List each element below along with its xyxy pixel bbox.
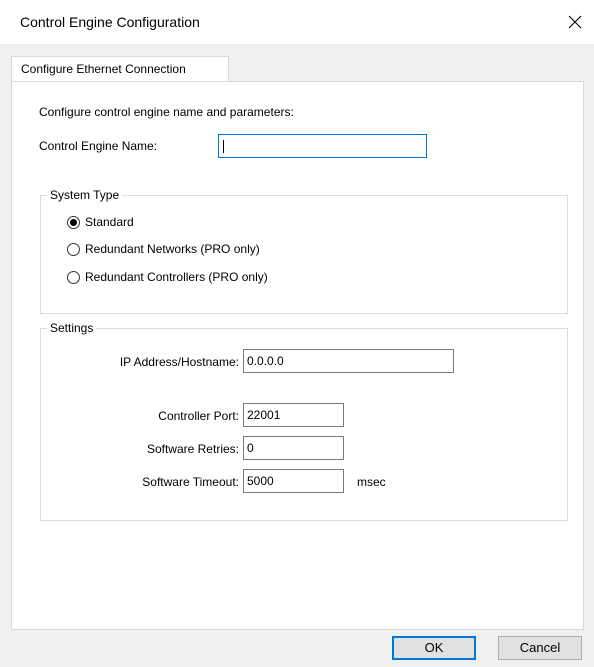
system-type-legend: System Type: [47, 188, 123, 202]
engine-name-label: Control Engine Name:: [39, 139, 158, 153]
radio-redundant-controllers[interactable]: Redundant Controllers (PRO only): [67, 270, 317, 288]
software-timeout-label: Software Timeout:: [142, 475, 239, 489]
radio-redundant-networks-label: Redundant Networks (PRO only): [85, 242, 260, 256]
ip-address-field[interactable]: [243, 349, 454, 373]
radio-redundant-networks[interactable]: Redundant Networks (PRO only): [67, 242, 307, 260]
settings-legend: Settings: [47, 321, 97, 335]
software-timeout-field[interactable]: [243, 469, 344, 493]
tab-label: Configure Ethernet Connection: [21, 62, 186, 76]
close-button[interactable]: [562, 9, 588, 35]
engine-name-field[interactable]: [218, 134, 427, 158]
radio-circle: [67, 271, 80, 284]
ok-button[interactable]: OK: [392, 636, 476, 660]
software-retries-label: Software Retries:: [146, 442, 239, 456]
tab-configure-ethernet-connection[interactable]: Configure Ethernet Connection: [11, 56, 229, 82]
radio-redundant-controllers-label: Redundant Controllers (PRO only): [85, 270, 268, 284]
software-timeout-input[interactable]: [244, 470, 343, 492]
radio-circle: [67, 216, 80, 229]
radio-standard[interactable]: Standard: [67, 215, 167, 233]
radio-circle: [67, 243, 80, 256]
intro-text: Configure control engine name and parame…: [39, 105, 294, 119]
radio-dot: [70, 219, 77, 226]
window-title: Control Engine Configuration: [20, 14, 200, 30]
title-bar: Control Engine Configuration: [0, 0, 594, 44]
controller-port-label: Controller Port:: [158, 409, 239, 423]
dialog: Control Engine Configuration Configure E…: [0, 0, 594, 667]
controller-port-input[interactable]: [244, 404, 343, 426]
text-caret: [223, 140, 224, 153]
software-retries-input[interactable]: [244, 437, 343, 459]
close-icon: [568, 15, 582, 29]
ip-address-input[interactable]: [244, 350, 453, 372]
radio-standard-label: Standard: [85, 215, 134, 229]
cancel-button[interactable]: Cancel: [498, 636, 582, 660]
timeout-unit-label: msec: [357, 475, 386, 489]
software-retries-field[interactable]: [243, 436, 344, 460]
engine-name-input[interactable]: [219, 135, 426, 157]
controller-port-field[interactable]: [243, 403, 344, 427]
ip-address-label: IP Address/Hostname:: [119, 355, 239, 369]
